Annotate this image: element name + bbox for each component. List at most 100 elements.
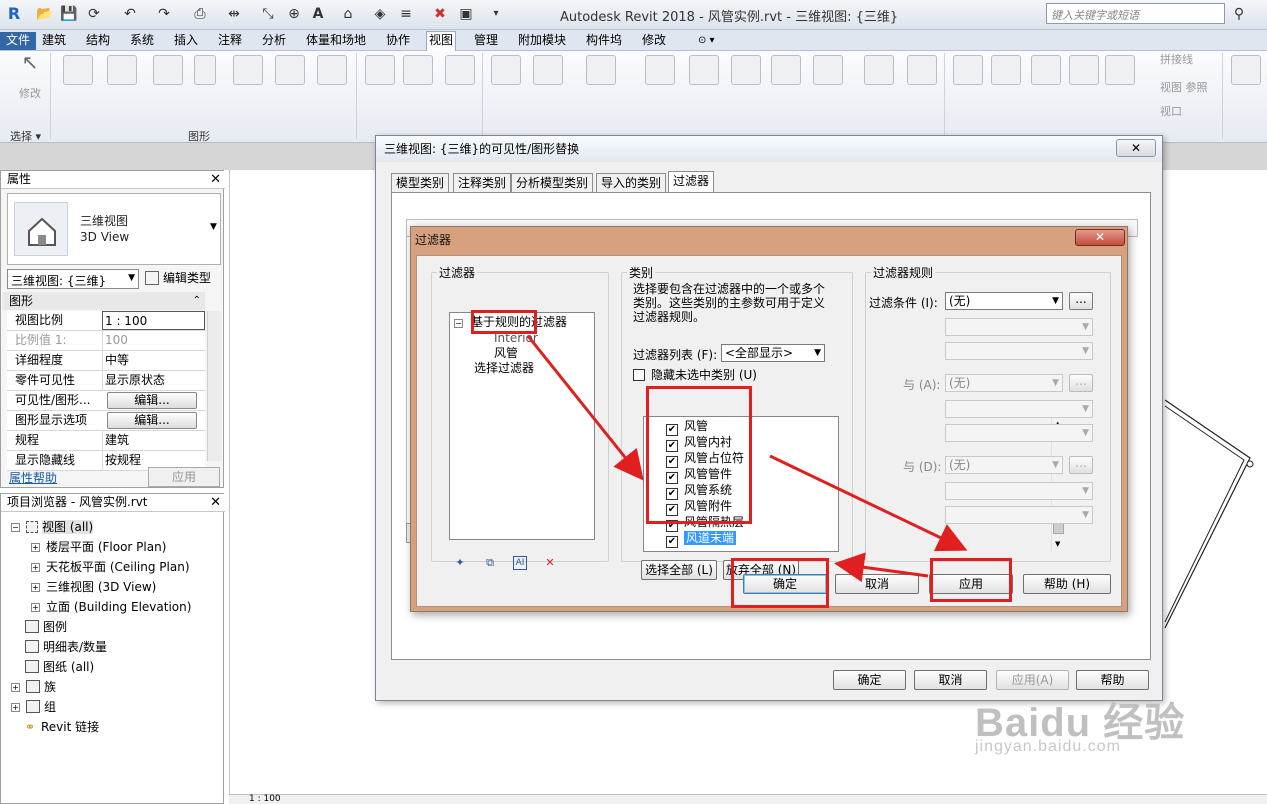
category-item-selected[interactable]: ✔ 风道末端: [666, 531, 737, 548]
ribbon-view-reference-button[interactable]: 视图 参照: [1160, 81, 1220, 95]
customize-icon[interactable]: ▾: [488, 6, 504, 22]
collapse-icon[interactable]: −: [11, 523, 20, 532]
panel-toggle-icon[interactable]: ⊙ ▾: [696, 32, 717, 50]
outer-help-button[interactable]: 帮助: [1076, 670, 1149, 690]
sync-icon[interactable]: ⟳: [86, 6, 102, 22]
close-icon[interactable]: ✕: [210, 171, 221, 188]
switch-windows-icon[interactable]: ▣: [458, 6, 474, 22]
graphics-section-header[interactable]: 图形 ⌃: [3, 292, 205, 310]
prop-row-detail-level[interactable]: 详细程度 中等: [7, 351, 205, 371]
ribbon-remove-hidden-lines-button[interactable]: [270, 53, 310, 87]
ribbon-modify-button[interactable]: ↖ 修改: [10, 52, 50, 101]
rule1-value-select[interactable]: ▼: [945, 342, 1093, 360]
ribbon-place-view-button[interactable]: [986, 53, 1026, 87]
text-icon[interactable]: A: [310, 6, 326, 22]
view-scale[interactable]: 1 : 100: [249, 795, 281, 804]
filter-list-select[interactable]: <全部显示> ▼: [721, 344, 825, 362]
rule2-value-select[interactable]: ▼: [945, 424, 1093, 442]
ribbon-guide-grid-button[interactable]: [1100, 53, 1140, 87]
expand-icon[interactable]: +: [11, 683, 20, 692]
ribbon-sheet-button[interactable]: [948, 53, 988, 87]
tab-insert[interactable]: 插入: [172, 32, 200, 50]
expand-icon[interactable]: +: [31, 543, 40, 552]
open-icon[interactable]: 📂: [36, 6, 53, 22]
tab-filters[interactable]: 过滤器: [668, 171, 715, 193]
3d-view-icon[interactable]: ⌂: [340, 6, 356, 22]
ribbon-schedules-button[interactable]: [856, 53, 902, 87]
measure-icon[interactable]: ⇹: [226, 6, 242, 22]
ribbon-show-hidden-lines-button[interactable]: [228, 53, 268, 87]
ribbon-duplicate-view-button[interactable]: [766, 53, 806, 87]
dimension-icon[interactable]: ⤡: [260, 6, 276, 22]
tab-annotate[interactable]: 注释: [216, 32, 244, 50]
filter-by-more-button[interactable]: ...: [1069, 292, 1093, 310]
ribbon-view-template-button[interactable]: [58, 53, 98, 87]
rule2-operator-select[interactable]: ▼: [945, 400, 1093, 418]
undo-icon[interactable]: ↶: [122, 6, 138, 22]
prop-row-scale[interactable]: 视图比例 1 : 100: [7, 311, 205, 331]
close-icon[interactable]: ✕: [210, 494, 221, 511]
ribbon-title-block-button[interactable]: [1026, 53, 1066, 87]
print-icon[interactable]: ⎙: [192, 6, 208, 22]
tab-view[interactable]: 视图: [426, 31, 457, 51]
hide-unchecked-checkbox[interactable]: 隐藏未选中类别 (U): [633, 366, 757, 383]
filter-by-select[interactable]: (无) ▼: [945, 292, 1063, 310]
filter-tree[interactable]: − 基于规则的过滤器 Interior 风管 选择过滤器: [449, 312, 595, 540]
browser-item-elevation[interactable]: + 立面 (Building Elevation): [31, 599, 191, 615]
ribbon-render-gallery-button[interactable]: [440, 53, 480, 87]
browser-item-families[interactable]: + 族: [11, 679, 56, 695]
ribbon-render-cloud-button[interactable]: [398, 53, 438, 87]
type-selector[interactable]: 三维视图 3D View ▼: [7, 193, 221, 265]
and-d-more-button[interactable]: ...: [1069, 456, 1093, 474]
edit-type-button[interactable]: 编辑类型: [145, 269, 211, 287]
new-filter-icon[interactable]: ✦: [453, 556, 467, 570]
ribbon-cut-profile-button[interactable]: [312, 53, 352, 87]
tab-component-dock[interactable]: 构件坞: [584, 32, 624, 50]
browser-item-views[interactable]: − 视图 (all): [11, 519, 94, 535]
delete-filter-icon[interactable]: ✕: [543, 556, 557, 570]
browser-item-legends[interactable]: 图例: [25, 619, 67, 635]
browser-item-revit-links[interactable]: ⚭ Revit 链接: [25, 719, 99, 735]
ribbon-callout-button[interactable]: [576, 53, 626, 87]
ribbon-render-button[interactable]: [360, 53, 400, 87]
and-a-select[interactable]: (无) ▼: [945, 374, 1063, 392]
edit-visibility-button[interactable]: 编辑...: [107, 392, 197, 409]
collapse-icon[interactable]: −: [454, 319, 463, 328]
tree-selection-filters[interactable]: 选择过滤器: [474, 361, 534, 375]
tab-collaborate[interactable]: 协作: [384, 32, 412, 50]
expand-icon[interactable]: +: [31, 583, 40, 592]
binoculars-icon[interactable]: ⚲: [1231, 6, 1247, 22]
duplicate-filter-icon[interactable]: ⧉: [483, 556, 497, 570]
browser-item-sheets[interactable]: 图纸 (all): [25, 659, 94, 675]
tab-imported-categories[interactable]: 导入的类别: [596, 173, 667, 192]
filters-close-button[interactable]: ✕: [1075, 229, 1125, 246]
properties-help-link[interactable]: 属性帮助: [9, 469, 57, 486]
expand-icon[interactable]: +: [11, 703, 20, 712]
ribbon-thin-lines-button[interactable]: [190, 53, 220, 87]
filters-cancel-button[interactable]: 取消: [835, 574, 919, 594]
edit-graphic-display-button[interactable]: 编辑...: [107, 412, 197, 429]
ribbon-switch-windows-button[interactable]: [1226, 53, 1266, 87]
search-input[interactable]: 键入关键字或短语: [1046, 3, 1225, 24]
close-hidden-icon[interactable]: ✖: [432, 6, 448, 22]
tab-massing[interactable]: 体量和场地: [304, 32, 368, 50]
ribbon-drafting-view-button[interactable]: [726, 53, 766, 87]
tab-model-categories[interactable]: 模型类别: [391, 173, 450, 192]
tab-analyze[interactable]: 分析: [260, 32, 288, 50]
ribbon-visibility-graphics-button[interactable]: [102, 53, 142, 87]
tab-systems[interactable]: 系统: [128, 32, 156, 50]
rename-filter-icon[interactable]: AI: [513, 556, 527, 570]
rule3-operator-select[interactable]: ▼: [945, 482, 1093, 500]
browser-item-groups[interactable]: + 组: [11, 699, 56, 715]
outer-apply-button[interactable]: 应用(A): [996, 670, 1069, 690]
ribbon-elevation-button[interactable]: [684, 53, 724, 87]
checkbox-checked-icon[interactable]: ✔: [666, 536, 678, 548]
rule3-value-select[interactable]: ▼: [945, 506, 1093, 524]
rule1-operator-select[interactable]: ▼: [945, 318, 1093, 336]
browser-item-schedules[interactable]: 明细表/数量: [25, 639, 107, 655]
tab-modify[interactable]: 修改: [640, 32, 668, 50]
properties-apply-button[interactable]: 应用: [148, 467, 220, 487]
tab-analytical-categories[interactable]: 分析模型类别: [511, 173, 594, 192]
expand-icon[interactable]: +: [31, 563, 40, 572]
redo-icon[interactable]: ↷: [156, 6, 172, 22]
